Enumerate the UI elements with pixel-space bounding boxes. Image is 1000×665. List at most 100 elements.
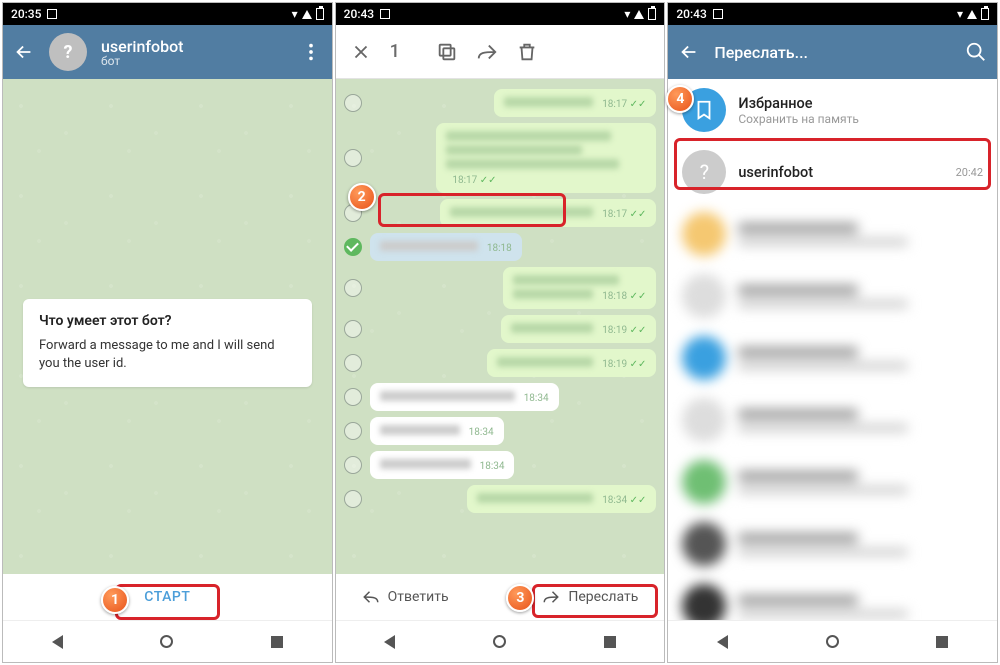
select-checkbox[interactable] <box>344 388 362 406</box>
chat-messages[interactable]: 18:17 ✓✓ 18:17 ✓✓ 18:17 ✓✓ 18:18 18:18 ✓… <box>336 79 665 574</box>
callout-1: 1 <box>101 586 129 614</box>
message-row[interactable]: 18:19 ✓✓ <box>344 315 657 343</box>
select-checkbox[interactable] <box>344 94 362 112</box>
message-row[interactable]: 18:34 <box>344 451 657 479</box>
message-row[interactable]: 18:17 ✓✓ <box>344 199 657 227</box>
forward-title: Переслать... <box>714 43 808 62</box>
read-ticks-icon: ✓✓ <box>627 325 646 336</box>
message-row[interactable]: 18:18 ✓✓ <box>344 267 657 309</box>
outgoing-message[interactable]: 18:17 ✓✓ <box>494 89 657 117</box>
outgoing-message[interactable]: 18:19 ✓✓ <box>487 349 657 377</box>
forward-icon[interactable] <box>476 41 498 63</box>
reply-label: Ответить <box>388 589 449 605</box>
forward-target-saved[interactable]: ИзбранноеСохранить на память <box>668 79 997 141</box>
select-checkbox[interactable] <box>344 354 362 372</box>
forward-label: Переслать <box>568 589 638 605</box>
forward-list[interactable]: ИзбранноеСохранить на память?userinfobot… <box>668 79 997 620</box>
read-ticks-icon: ✓✓ <box>627 359 646 370</box>
contact-name: userinfobot <box>738 164 943 181</box>
bot-avatar[interactable]: ? <box>49 33 87 71</box>
outgoing-message[interactable]: 18:19 ✓✓ <box>501 315 656 343</box>
delete-icon[interactable] <box>516 41 538 63</box>
forward-target-userinfobot[interactable]: ?userinfobot20:42 <box>668 141 997 203</box>
message-row[interactable]: 18:34 <box>344 383 657 411</box>
incoming-message[interactable]: 18:34 <box>370 383 559 411</box>
select-checkbox[interactable] <box>344 422 362 440</box>
message-row[interactable]: 18:34 ✓✓ <box>344 485 657 513</box>
chat-subtitle: бот <box>101 54 183 68</box>
more-vert-icon[interactable] <box>300 41 322 63</box>
outgoing-message[interactable]: 18:17 ✓✓ <box>440 199 657 227</box>
forward-button[interactable]: Переслать <box>532 582 648 612</box>
incoming-message[interactable]: 18:34 <box>370 451 515 479</box>
contact-preview: Сохранить на память <box>738 112 971 126</box>
callout-2: 2 <box>348 183 376 211</box>
action-bar: Ответить Переслать <box>336 574 665 620</box>
select-checkbox[interactable] <box>344 490 362 508</box>
back-arrow-icon[interactable] <box>678 41 700 63</box>
close-icon[interactable] <box>350 41 372 63</box>
screen-3-forward-list: 20:43 ▾ Переслать... ИзбранноеСохранить … <box>667 2 998 663</box>
start-bar: СТАРТ 1 <box>3 574 332 620</box>
message-time: 18:18 <box>487 243 512 254</box>
forward-target-blurred[interactable] <box>668 575 997 620</box>
message-row[interactable]: 18:19 ✓✓ <box>344 349 657 377</box>
nav-home-icon[interactable] <box>493 635 506 648</box>
select-checkbox[interactable] <box>344 320 362 338</box>
bot-info-text: Forward a message to me and I will send … <box>39 337 296 373</box>
signal-icon <box>302 10 312 19</box>
signal-icon <box>967 10 977 19</box>
nav-recent-icon[interactable] <box>936 636 948 648</box>
selection-count: 1 <box>390 41 400 62</box>
outgoing-message[interactable]: 18:34 ✓✓ <box>467 485 656 513</box>
nav-home-icon[interactable] <box>160 635 173 648</box>
nav-home-icon[interactable] <box>826 635 839 648</box>
message-row[interactable]: 18:18 <box>344 233 657 261</box>
search-icon[interactable] <box>965 41 987 63</box>
wifi-icon: ▾ <box>624 7 630 21</box>
battery-icon <box>316 8 324 20</box>
select-checkbox[interactable] <box>344 238 362 256</box>
status-time: 20:43 <box>676 7 706 21</box>
contact-avatar <box>682 584 726 620</box>
message-time: 18:17 <box>602 209 627 220</box>
message-time: 18:34 <box>524 393 549 404</box>
start-button[interactable]: СТАРТ <box>114 581 220 613</box>
nav-recent-icon[interactable] <box>271 636 283 648</box>
chat-header[interactable]: ? userinfobot бот <box>3 25 332 79</box>
contact-avatar <box>682 336 726 380</box>
nav-back-icon[interactable] <box>717 635 728 649</box>
message-time: 18:34 <box>602 495 627 506</box>
message-row[interactable]: 18:34 <box>344 417 657 445</box>
incoming-message[interactable]: 18:18 <box>370 233 522 261</box>
chat-body: Что умеет этот бот? Forward a message to… <box>3 79 332 574</box>
incoming-message[interactable]: 18:34 <box>370 417 504 445</box>
reply-button[interactable]: Ответить <box>352 582 459 612</box>
nav-recent-icon[interactable] <box>604 636 616 648</box>
read-ticks-icon: ✓✓ <box>627 495 646 506</box>
message-row[interactable]: 18:17 ✓✓ <box>344 89 657 117</box>
forward-target-blurred[interactable] <box>668 327 997 389</box>
screen-1-bot-chat: 20:35 ▾ ? userinfobot бот Что умеет этот… <box>2 2 333 663</box>
nav-back-icon[interactable] <box>384 635 395 649</box>
copy-icon[interactable] <box>436 41 458 63</box>
forward-target-blurred[interactable] <box>668 513 997 575</box>
forward-header: Переслать... <box>668 25 997 79</box>
select-checkbox[interactable] <box>344 149 362 167</box>
select-checkbox[interactable] <box>344 279 362 297</box>
status-bar: 20:43 ▾ <box>336 3 665 25</box>
message-time: 18:34 <box>480 461 505 472</box>
outgoing-message[interactable]: 18:18 ✓✓ <box>503 267 656 309</box>
contact-avatar <box>682 460 726 504</box>
outgoing-message[interactable]: 18:17 ✓✓ <box>436 123 656 193</box>
select-checkbox[interactable] <box>344 456 362 474</box>
forward-target-blurred[interactable] <box>668 389 997 451</box>
message-row[interactable]: 18:17 ✓✓ <box>344 123 657 193</box>
forward-target-blurred[interactable] <box>668 451 997 513</box>
read-ticks-icon: ✓✓ <box>627 209 646 220</box>
message-time: 18:18 <box>602 291 627 302</box>
nav-back-icon[interactable] <box>52 635 63 649</box>
back-arrow-icon[interactable] <box>13 41 35 63</box>
forward-target-blurred[interactable] <box>668 203 997 265</box>
forward-target-blurred[interactable] <box>668 265 997 327</box>
